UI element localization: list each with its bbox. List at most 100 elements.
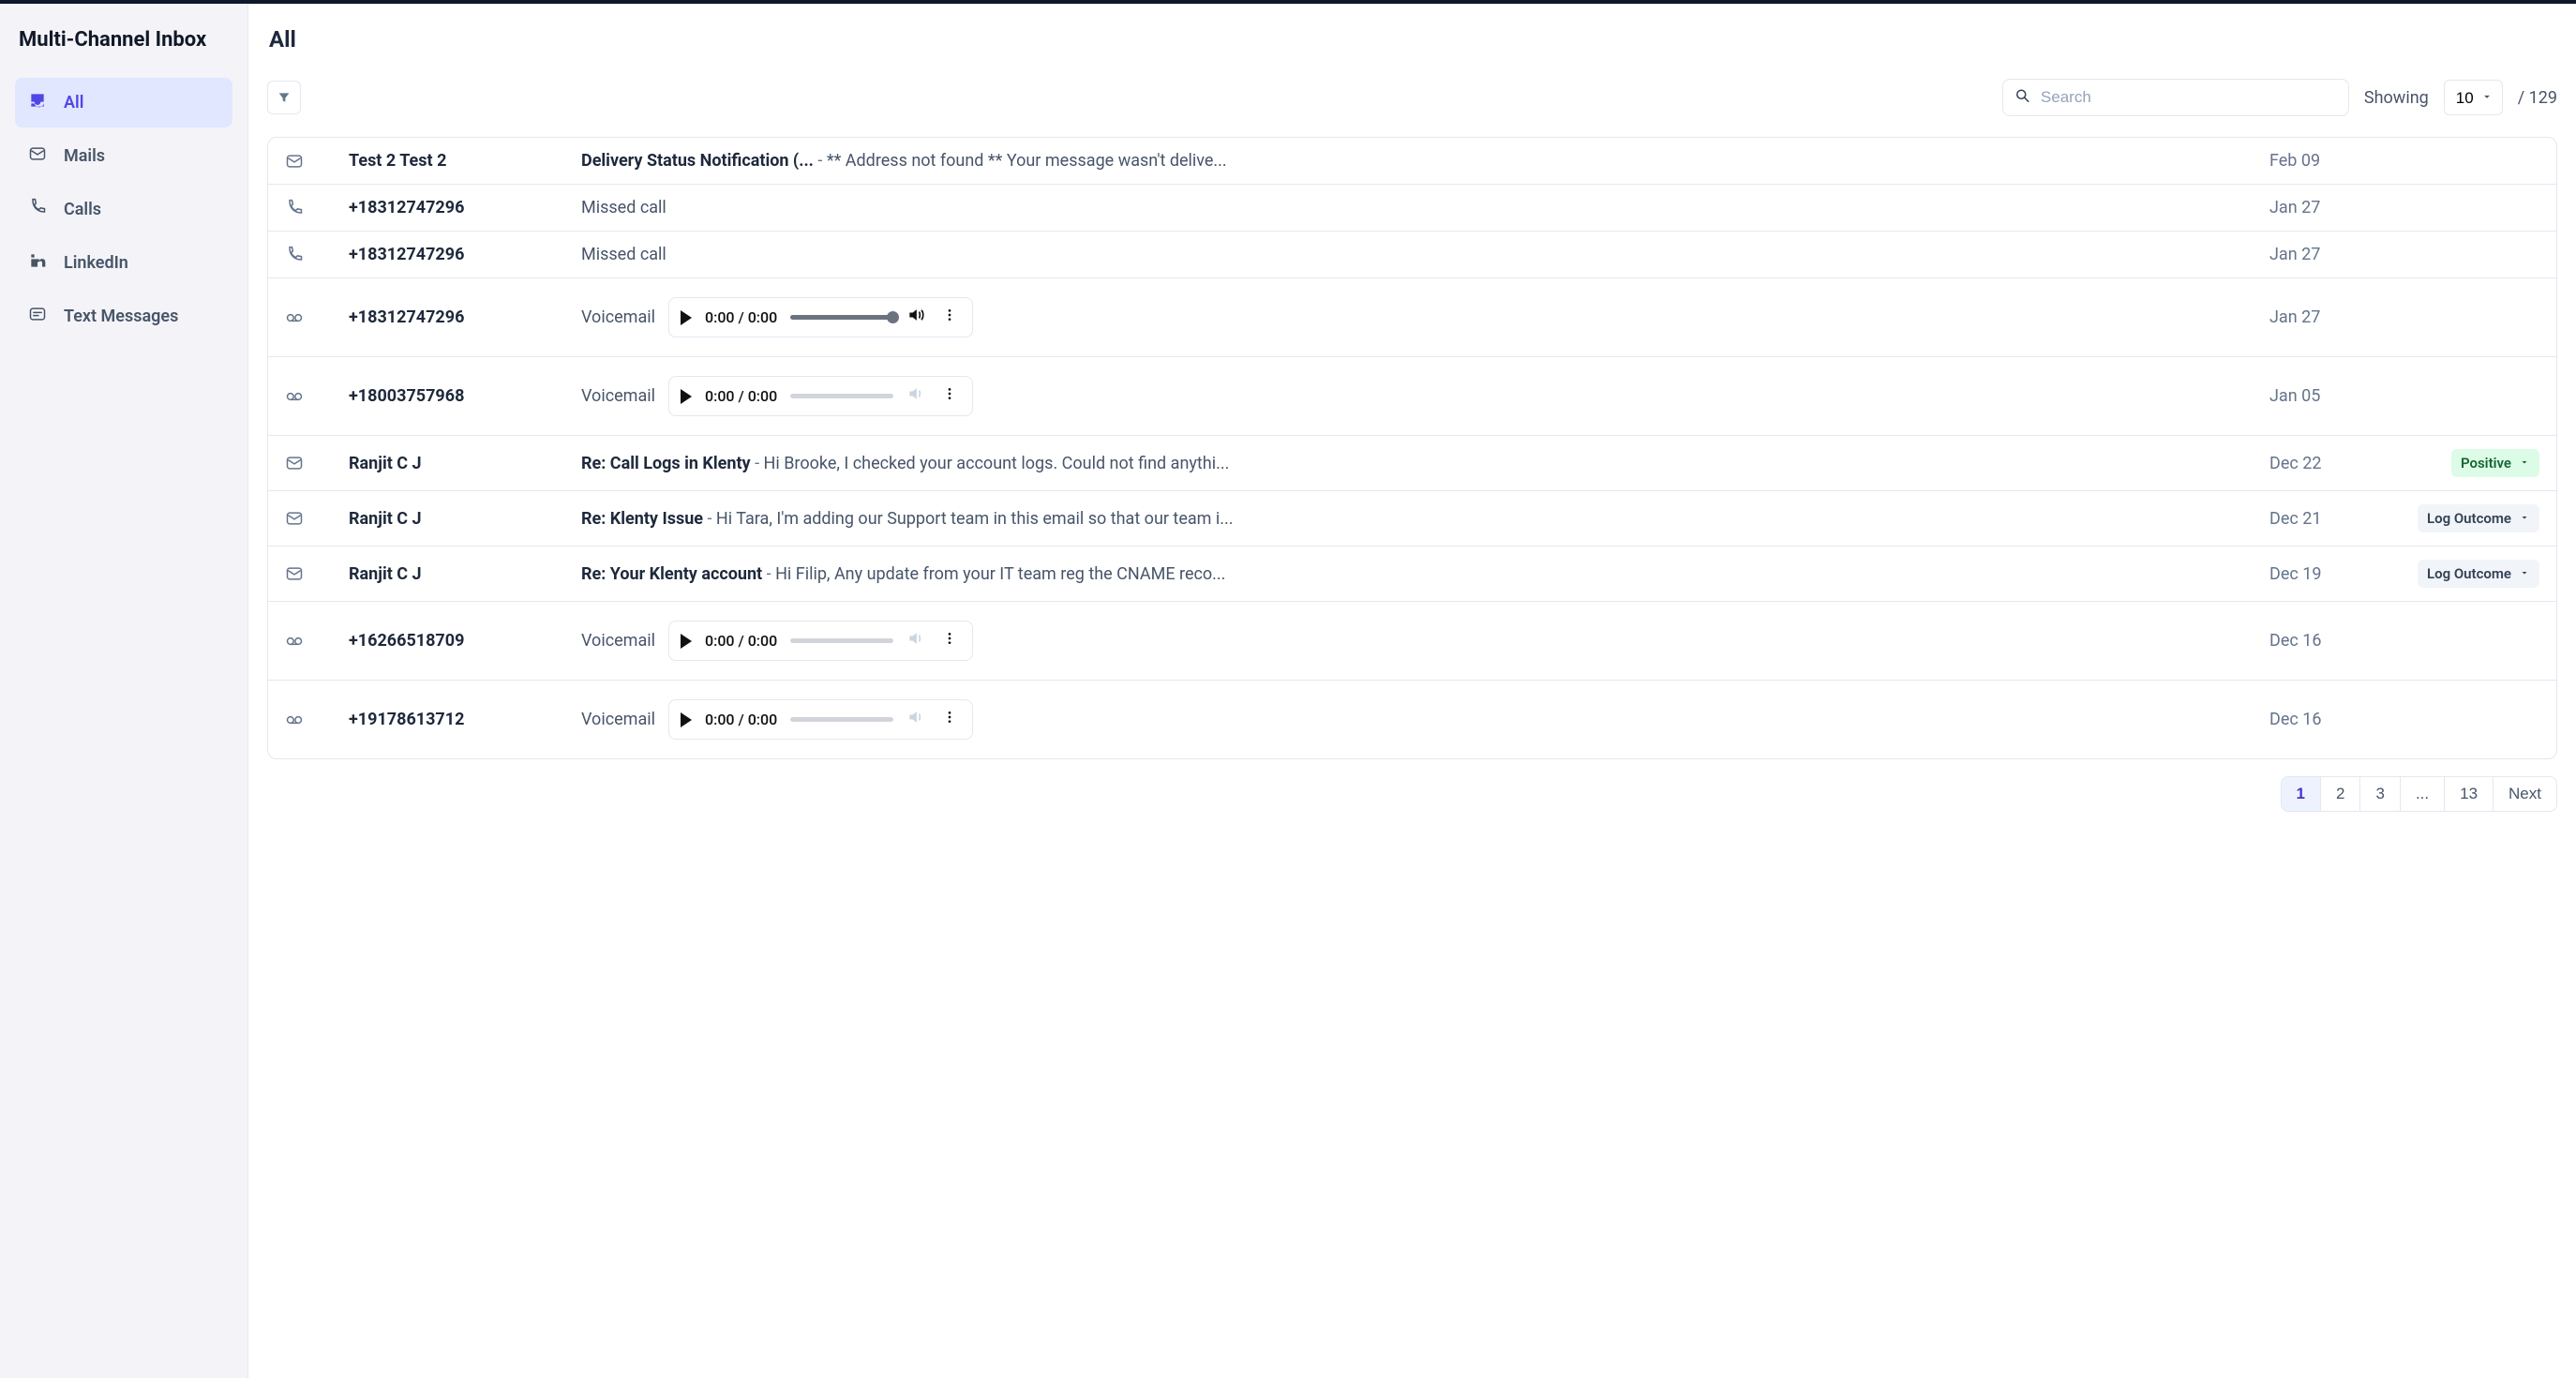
voicemail-label: Voicemail <box>581 710 655 729</box>
audio-menu-button[interactable] <box>938 710 961 729</box>
audio-track[interactable] <box>790 638 893 643</box>
row-from: +19178613712 <box>349 710 574 729</box>
search-icon <box>2014 87 2030 109</box>
page-3[interactable]: 3 <box>2359 776 2400 812</box>
table-row[interactable]: +18312747296Missed callJan 27 <box>268 232 2556 278</box>
sidebar-item-linkedin[interactable]: LinkedIn <box>15 238 232 288</box>
outcome-chip[interactable]: Log Outcome <box>2418 504 2539 532</box>
phone-icon <box>285 199 341 217</box>
audio-time: 0:00 / 0:00 <box>705 308 777 326</box>
outcome-chip[interactable]: Positive <box>2451 449 2539 477</box>
row-content: Re: Klenty Issue - Hi Tara, I'm adding o… <box>581 509 2262 529</box>
table-row[interactable]: Ranjit C JRe: Klenty Issue - Hi Tara, I'… <box>268 491 2556 547</box>
audio-menu-button[interactable] <box>938 307 961 327</box>
play-button[interactable] <box>681 389 692 404</box>
voicemail-icon <box>285 308 341 327</box>
row-from: +18003757968 <box>349 386 574 406</box>
play-button[interactable] <box>681 310 692 325</box>
row-action: Log Outcome <box>2389 504 2539 532</box>
page-13[interactable]: 13 <box>2444 776 2494 812</box>
voicemail-icon <box>285 632 341 651</box>
mail-icon <box>285 454 341 472</box>
search <box>2002 79 2349 116</box>
chevron-down-icon <box>2519 457 2530 471</box>
play-button[interactable] <box>681 634 692 649</box>
speaker-icon[interactable] <box>906 306 925 329</box>
audio-menu-button[interactable] <box>938 631 961 651</box>
row-content: Re: Your Klenty account - Hi Filip, Any … <box>581 564 2262 584</box>
audio-player: 0:00 / 0:00 <box>668 376 973 416</box>
row-date: Jan 27 <box>2269 307 2382 327</box>
outcome-chip[interactable]: Log Outcome <box>2418 560 2539 588</box>
audio-player: 0:00 / 0:00 <box>668 699 973 740</box>
audio-track[interactable] <box>790 394 893 398</box>
table-row[interactable]: +18003757968Voicemail0:00 / 0:00Jan 05 <box>268 357 2556 436</box>
row-from: Test 2 Test 2 <box>349 151 574 171</box>
row-date: Dec 16 <box>2269 631 2382 651</box>
play-button[interactable] <box>681 712 692 727</box>
row-subject: Re: Call Logs in Klenty <box>581 454 751 473</box>
table-row[interactable]: Test 2 Test 2 Delivery Status Notificatio… <box>268 138 2556 185</box>
table-row[interactable]: Ranjit C JRe: Your Klenty account - Hi F… <box>268 547 2556 602</box>
search-input[interactable] <box>2002 79 2349 116</box>
row-content: Voicemail 0:00 / 0:00 <box>581 621 2262 661</box>
row-date: Dec 19 <box>2269 564 2382 584</box>
mail-icon <box>285 564 341 583</box>
speaker-icon[interactable] <box>906 708 925 731</box>
audio-track[interactable] <box>790 315 893 320</box>
sidebar: Multi-Channel Inbox AllMailsCallsLinkedI… <box>0 4 248 1378</box>
outcome-label: Positive <box>2461 455 2511 472</box>
row-from: Ranjit C J <box>349 454 574 473</box>
sidebar-item-mails[interactable]: Mails <box>15 131 232 181</box>
mail-icon <box>28 144 47 168</box>
audio-time: 0:00 / 0:00 <box>705 387 777 405</box>
page-2[interactable]: 2 <box>2320 776 2360 812</box>
message-icon <box>28 305 47 328</box>
page-ellipsis: ... <box>2400 776 2445 812</box>
row-date: Jan 27 <box>2269 198 2382 217</box>
chevron-down-icon <box>2519 512 2530 526</box>
row-date: Dec 16 <box>2269 710 2382 729</box>
row-from: +18312747296 <box>349 245 574 264</box>
voicemail-label: Voicemail <box>581 631 655 651</box>
table-row[interactable]: Ranjit C J Re: Call Logs in Klenty - Hi B… <box>268 436 2556 491</box>
row-from: +16266518709 <box>349 631 574 651</box>
page-title: All <box>269 26 2557 52</box>
row-date: Dec 21 <box>2269 509 2382 529</box>
audio-track[interactable] <box>790 717 893 722</box>
row-content: Re: Call Logs in Klenty - Hi Brooke, I c… <box>581 454 2262 473</box>
speaker-icon[interactable] <box>906 384 925 408</box>
audio-menu-button[interactable] <box>938 386 961 406</box>
row-content: Missed call <box>581 198 2262 217</box>
table-row[interactable]: +16266518709 Voicemail 0:00 / 0:00 Dec 16 <box>268 602 2556 681</box>
row-from: +18312747296 <box>349 198 574 217</box>
sidebar-item-all[interactable]: All <box>15 78 232 127</box>
row-snippet: Missed call <box>581 245 666 264</box>
sidebar-item-calls[interactable]: Calls <box>15 185 232 234</box>
table-row[interactable]: +18312747296Voicemail0:00 / 0:00Jan 27 <box>268 278 2556 357</box>
table-row[interactable]: +18312747296 Missed call Jan 27 <box>268 185 2556 232</box>
filter-button[interactable] <box>267 81 301 114</box>
sidebar-item-text[interactable]: Text Messages <box>15 292 232 341</box>
row-content: Voicemail0:00 / 0:00 <box>581 376 2262 416</box>
page-1[interactable]: 1 <box>2281 776 2321 812</box>
phone-icon <box>285 246 341 264</box>
page-size-select[interactable]: 10 <box>2444 80 2503 115</box>
phone-icon <box>28 198 47 221</box>
main: All Showing 10 / 129 Test 2 Test 2Deliv <box>248 4 2576 1378</box>
row-action: Log Outcome <box>2389 560 2539 588</box>
total-count: / 129 <box>2518 88 2557 108</box>
row-snippet: Hi Tara, I'm adding our Support team in … <box>716 509 1234 529</box>
row-content: Missed call <box>581 245 2262 264</box>
voicemail-icon <box>285 387 341 406</box>
row-content: Delivery Status Notification (... - ** A… <box>581 151 2262 171</box>
row-date: Dec 22 <box>2269 454 2382 473</box>
page-next[interactable]: Next <box>2493 776 2557 812</box>
audio-player: 0:00 / 0:00 <box>668 621 973 661</box>
row-content: Voicemail0:00 / 0:00 <box>581 297 2262 337</box>
row-snippet: Hi Brooke, I checked your account logs. … <box>764 454 1230 473</box>
mail-icon <box>285 152 341 171</box>
row-content: Voicemail 0:00 / 0:00 <box>581 699 2262 740</box>
table-row[interactable]: +19178613712 Voicemail 0:00 / 0:00 Dec 16 <box>268 681 2556 758</box>
speaker-icon[interactable] <box>906 629 925 652</box>
